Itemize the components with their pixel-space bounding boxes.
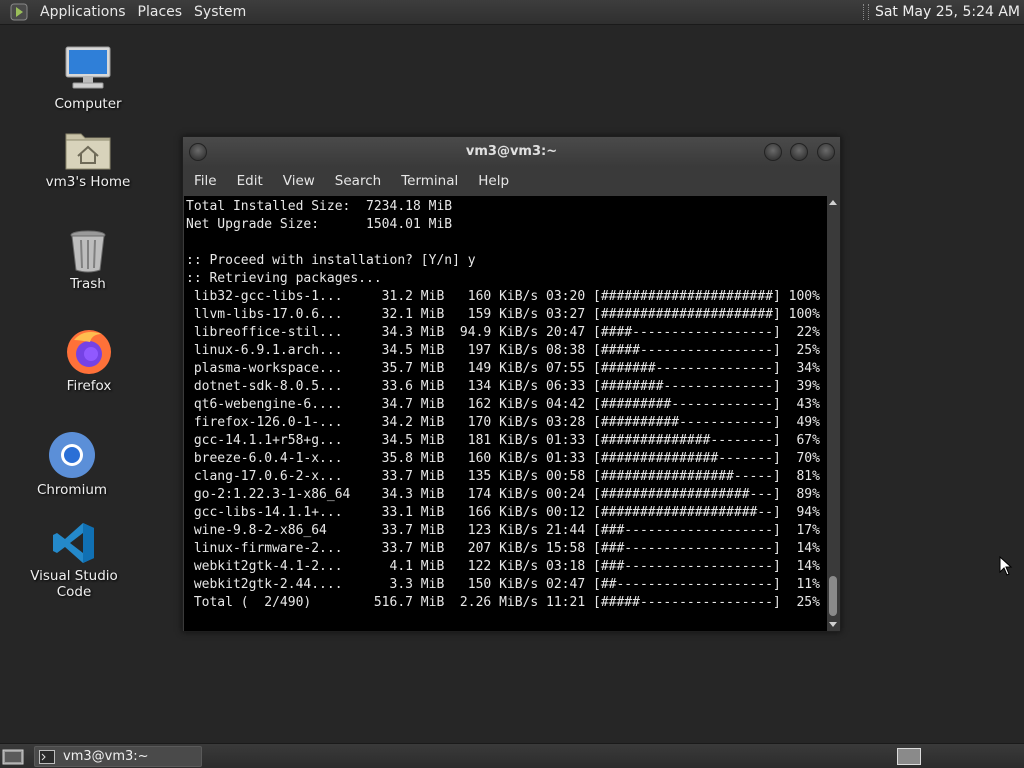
terminal-line: clang-17.0.6-2-x... 33.7 MiB 135 KiB/s 0… (186, 469, 820, 484)
home-folder-icon (65, 133, 111, 170)
terminal-line: linux-firmware-2... 33.7 MiB 207 KiB/s 1… (186, 541, 820, 556)
desktop-icon-chromium[interactable]: Chromium (17, 430, 127, 498)
desktop-icon-label: Chromium (36, 482, 108, 498)
scrollbar-thumb[interactable] (829, 576, 837, 616)
workspace-switcher[interactable] (897, 748, 921, 765)
system-menu[interactable]: System (188, 4, 252, 20)
terminal-line: :: Proceed with installation? [Y/n] y (186, 253, 476, 268)
terminal-line: :: Retrieving packages... (186, 271, 382, 286)
window-titlebar[interactable]: vm3@vm3:~ (183, 137, 840, 167)
terminal-icon (39, 749, 55, 764)
desktop-icon-vscode[interactable]: Visual Studio Code (19, 520, 129, 600)
terminal-output[interactable]: Total Installed Size: 7234.18 MiB Net Up… (184, 196, 827, 631)
terminal-line: Total ( 2/490) 516.7 MiB 2.26 MiB/s 11:2… (186, 595, 820, 610)
desktop-icon-label: Firefox (66, 378, 112, 394)
computer-icon (65, 46, 111, 89)
top-panel: Applications Places System Sat May 25, 5… (0, 0, 1024, 25)
show-desktop-icon[interactable] (2, 748, 24, 766)
places-menu[interactable]: Places (132, 4, 189, 20)
desktop-icon-label: Visual Studio Code (30, 568, 118, 600)
menu-help[interactable]: Help (471, 173, 516, 189)
menu-edit[interactable]: Edit (230, 173, 270, 189)
applications-menu[interactable]: Applications (34, 4, 132, 20)
terminal-line: wine-9.8-2-x86_64 33.7 MiB 123 KiB/s 21:… (186, 523, 820, 538)
desktop-icon-label: Computer (54, 96, 122, 112)
desktop-icon-trash[interactable]: Trash (33, 228, 143, 292)
vscode-icon (53, 523, 94, 563)
firefox-icon (67, 330, 111, 374)
terminal-line: breeze-6.0.4-1-x... 35.8 MiB 160 KiB/s 0… (186, 451, 820, 466)
close-button[interactable] (817, 143, 835, 161)
scroll-down-arrow-icon[interactable] (829, 622, 837, 627)
desktop-icon-firefox[interactable]: Firefox (34, 326, 144, 394)
terminal-line: llvm-libs-17.0.6... 32.1 MiB 159 KiB/s 0… (186, 307, 820, 322)
menu-search[interactable]: Search (328, 173, 388, 189)
minimize-button[interactable] (764, 143, 782, 161)
mouse-pointer-icon (999, 556, 1013, 576)
desktop-icon-home[interactable]: vm3's Home (33, 128, 143, 190)
terminal-line: webkit2gtk-4.1-2... 4.1 MiB 122 KiB/s 03… (186, 559, 820, 574)
terminal-line: go-2:1.22.3-1-x86_64 34.3 MiB 174 KiB/s … (186, 487, 820, 502)
scroll-up-arrow-icon[interactable] (829, 200, 837, 205)
terminal-line: gcc-14.1.1+r58+g... 34.5 MiB 181 KiB/s 0… (186, 433, 820, 448)
menu-view[interactable]: View (276, 173, 322, 189)
terminal-line: libreoffice-stil... 34.3 MiB 94.9 KiB/s … (186, 325, 820, 340)
taskbar-window-button[interactable]: vm3@vm3:~ (34, 746, 202, 767)
desktop-icon-label: Trash (70, 276, 106, 292)
menu-terminal[interactable]: Terminal (394, 173, 465, 189)
desktop-icon-label: vm3's Home (45, 174, 131, 190)
terminal-scrollbar[interactable] (827, 196, 839, 631)
window-title: vm3@vm3:~ (465, 144, 558, 159)
terminal-line: lib32-gcc-libs-1... 31.2 MiB 160 KiB/s 0… (186, 289, 820, 304)
terminal-line: webkit2gtk-2.44.... 3.3 MiB 150 KiB/s 02… (186, 577, 820, 592)
terminal-line: linux-6.9.1.arch... 34.5 MiB 197 KiB/s 0… (186, 343, 820, 358)
terminal-line: qt6-webengine-6.... 34.7 MiB 162 KiB/s 0… (186, 397, 820, 412)
terminal-line: Net Upgrade Size: 1504.01 MiB (186, 217, 453, 232)
maximize-button[interactable] (790, 143, 808, 161)
terminal-line: Total Installed Size: 7234.18 MiB (186, 199, 453, 214)
panel-separator (862, 4, 869, 20)
terminal-line: dotnet-sdk-8.0.5... 33.6 MiB 134 KiB/s 0… (186, 379, 820, 394)
terminal-line: firefox-126.0-1-... 34.2 MiB 170 KiB/s 0… (186, 415, 820, 430)
desktop-icon-computer[interactable]: Computer (33, 44, 143, 112)
menu-file[interactable]: File (187, 173, 224, 189)
terminal-line: plasma-workspace... 35.7 MiB 149 KiB/s 0… (186, 361, 820, 376)
chromium-icon (49, 432, 95, 478)
bottom-panel: vm3@vm3:~ (0, 743, 1024, 768)
clock[interactable]: Sat May 25, 5:24 AM (875, 4, 1020, 20)
terminal-line: gcc-libs-14.1.1+... 33.1 MiB 166 KiB/s 0… (186, 505, 820, 520)
window-menubar: File Edit View Search Terminal Help (183, 167, 840, 195)
applications-logo-icon[interactable] (8, 1, 30, 23)
taskbar-window-label: vm3@vm3:~ (63, 749, 149, 764)
trash-icon (70, 230, 106, 273)
terminal-window[interactable]: vm3@vm3:~ File Edit View Search Terminal… (182, 136, 841, 632)
